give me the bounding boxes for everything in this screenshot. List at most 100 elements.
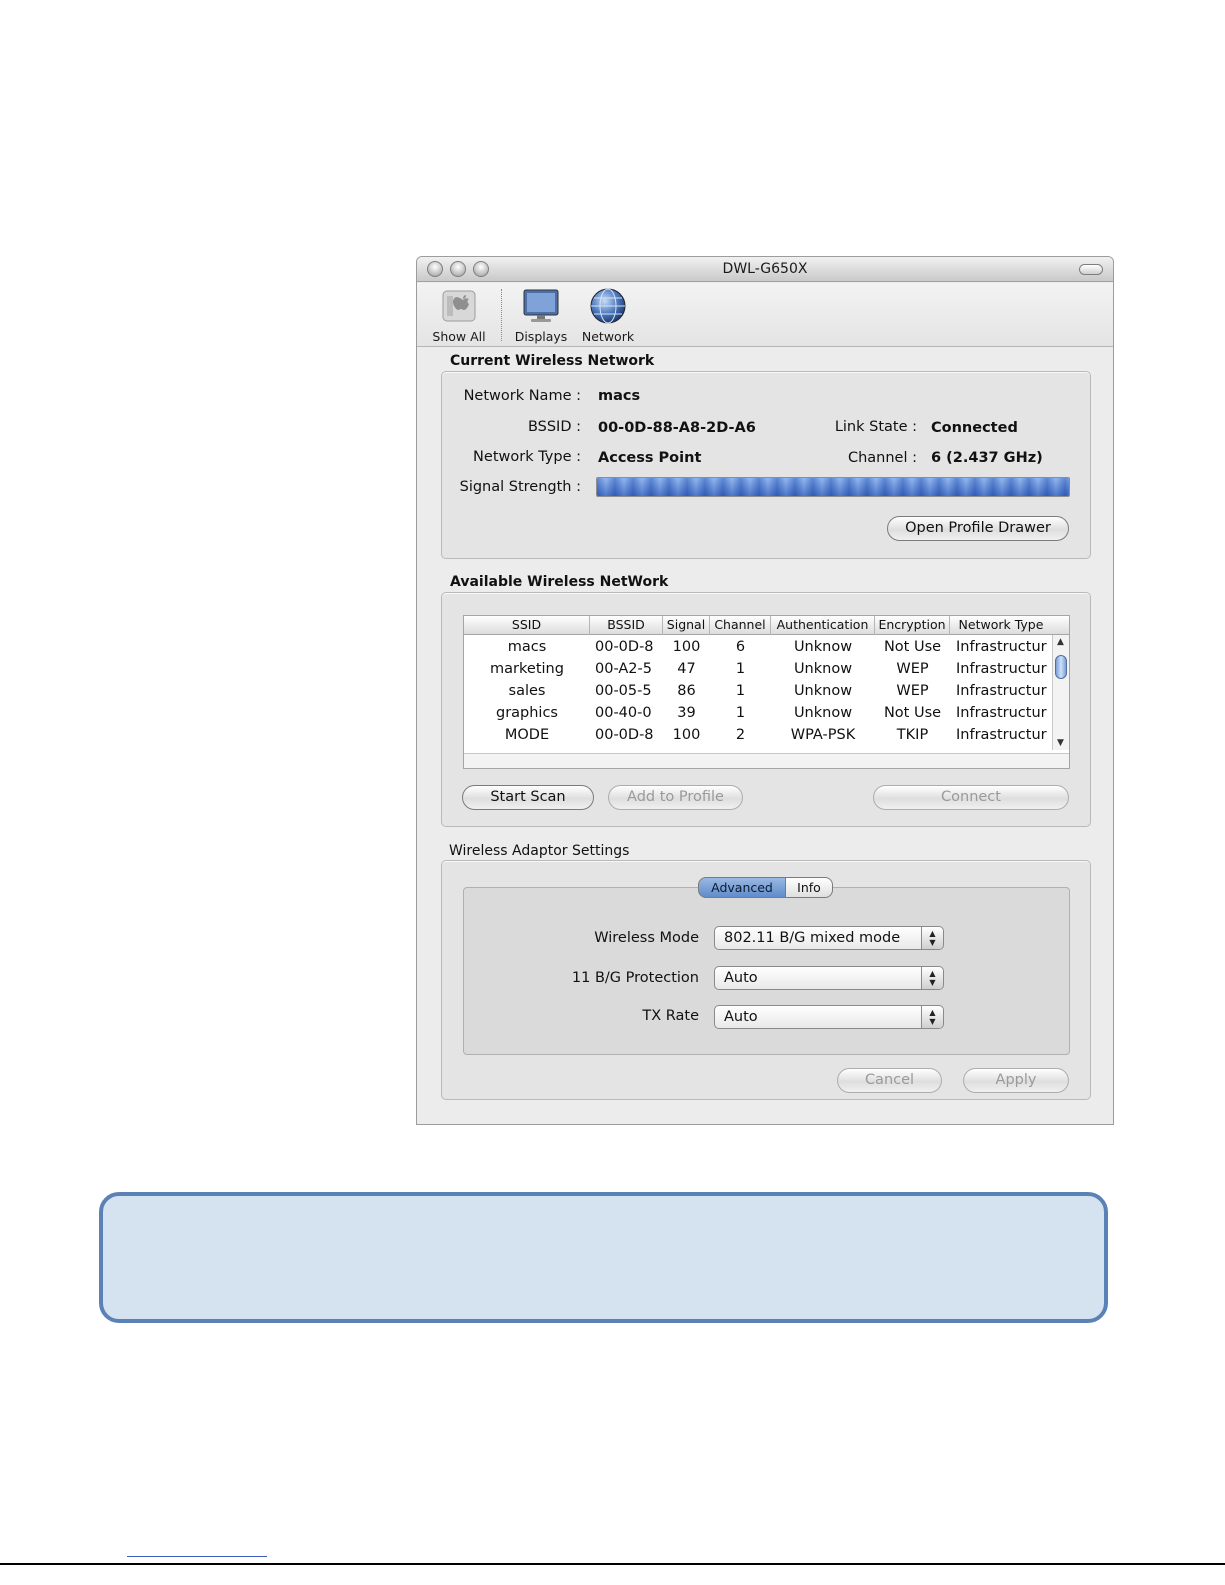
cell-network-type: Infrastructur xyxy=(956,705,1047,721)
table-row[interactable]: MODE 00-0D-8 100 2 WPA-PSK TKIP Infrastructur xyxy=(464,724,1052,746)
note-box xyxy=(99,1192,1108,1323)
cell-network-type: Infrastructur xyxy=(956,639,1047,655)
cell-channel: 1 xyxy=(735,661,746,677)
tx-rate-select[interactable]: Auto ▲ ▼ xyxy=(714,1005,944,1029)
link-state-label: Link State : xyxy=(834,419,917,435)
column-header-channel[interactable]: Channel xyxy=(710,616,771,635)
cell-authentication: WPA-PSK xyxy=(790,727,856,743)
cell-channel: 6 xyxy=(735,639,746,655)
table-row[interactable]: marketing 00-A2-5 47 1 Unknow WEP Infrastructu… xyxy=(464,658,1052,680)
select-stepper-icon: ▲ ▼ xyxy=(921,967,943,989)
table-horizontal-scrollbar[interactable] xyxy=(464,753,1069,768)
network-type-label: Network Type : xyxy=(473,449,581,465)
globe-icon xyxy=(588,287,628,325)
protection-label: 11 B/G Protection xyxy=(571,970,699,986)
cell-channel: 2 xyxy=(735,727,746,743)
column-header-network-type[interactable]: Network Type xyxy=(950,616,1052,635)
cell-authentication: Unknow xyxy=(793,683,853,699)
cell-network-type: Infrastructur xyxy=(956,727,1047,743)
wireless-mode-label: Wireless Mode xyxy=(594,930,699,946)
signal-strength-bar xyxy=(596,477,1070,497)
table-row[interactable]: sales 00-05-5 86 1 Unknow WEP Infrastructur xyxy=(464,680,1052,702)
cell-encryption: Not Use xyxy=(883,705,942,721)
column-header-encryption[interactable]: Encryption xyxy=(875,616,950,635)
connect-button[interactable]: Connect xyxy=(873,785,1069,810)
column-header-signal[interactable]: Signal xyxy=(663,616,710,635)
title-bar[interactable]: DWL-G650X xyxy=(417,257,1113,282)
protection-value: Auto xyxy=(724,970,758,986)
apply-button[interactable]: Apply xyxy=(963,1068,1069,1093)
toolbar-displays[interactable]: Displays xyxy=(513,287,569,344)
available-networks-table[interactable]: SSID BSSID Signal Channel Authentication… xyxy=(463,615,1070,769)
scroll-up-arrow-icon[interactable]: ▲ xyxy=(1057,637,1064,647)
apple-icon xyxy=(439,287,479,325)
cell-bssid: 00-0D-8 xyxy=(595,639,654,655)
channel-label: Channel : xyxy=(847,450,917,466)
network-type-value: Access Point xyxy=(598,450,702,466)
tx-rate-value: Auto xyxy=(724,1009,758,1025)
cell-signal: 86 xyxy=(677,683,696,699)
scroll-down-arrow-icon[interactable]: ▼ xyxy=(1057,738,1064,748)
bssid-value: 00-0D-88-A8-2D-A6 xyxy=(598,420,756,436)
cell-channel: 1 xyxy=(735,705,746,721)
cancel-button[interactable]: Cancel xyxy=(837,1068,942,1093)
cell-bssid: 00-40-0 xyxy=(595,705,652,721)
cell-encryption: TKIP xyxy=(896,727,929,743)
wireless-mode-value: 802.11 B/G mixed mode xyxy=(724,930,901,946)
toolbar-label: Show All xyxy=(432,329,486,344)
link-state-value: Connected xyxy=(931,420,1018,436)
cell-bssid: 00-05-5 xyxy=(595,683,652,699)
cell-signal: 100 xyxy=(672,727,701,743)
select-stepper-icon: ▲ ▼ xyxy=(921,1006,943,1028)
toolbar-separator xyxy=(501,289,502,341)
available-network-heading: Available Wireless NetWork xyxy=(450,574,669,590)
cell-encryption: WEP xyxy=(896,683,929,699)
add-to-profile-button[interactable]: Add to Profile xyxy=(608,785,743,810)
network-name-label: Network Name : xyxy=(463,388,581,404)
scroll-thumb[interactable] xyxy=(1055,655,1067,679)
cell-signal: 47 xyxy=(677,661,696,677)
tab-advanced[interactable]: Advanced xyxy=(698,877,786,898)
cell-ssid: marketing xyxy=(490,661,564,677)
channel-value: 6 (2.437 GHz) xyxy=(931,450,1043,466)
signal-strength-fill xyxy=(597,478,1069,496)
tx-rate-label: TX Rate xyxy=(642,1008,699,1024)
table-vertical-scrollbar[interactable]: ▲ ▼ xyxy=(1052,635,1069,750)
cell-ssid: sales xyxy=(508,683,546,699)
column-header-bssid[interactable]: BSSID xyxy=(590,616,663,635)
cell-network-type: Infrastructur xyxy=(956,661,1047,677)
cell-ssid: MODE xyxy=(504,727,550,743)
toolbar-network[interactable]: Network xyxy=(579,287,637,344)
cell-ssid: macs xyxy=(507,639,547,655)
column-header-ssid[interactable]: SSID xyxy=(464,616,590,635)
cell-bssid: 00-0D-8 xyxy=(595,727,654,743)
toolbar-label: Network xyxy=(581,329,635,344)
bssid-label: BSSID : xyxy=(527,419,581,435)
tab-info[interactable]: Info xyxy=(785,877,833,898)
window-title: DWL-G650X xyxy=(722,261,808,277)
wireless-mode-select[interactable]: 802.11 B/G mixed mode ▲ ▼ xyxy=(714,926,944,950)
footer-link-underline xyxy=(127,1556,267,1557)
open-profile-drawer-button[interactable]: Open Profile Drawer xyxy=(887,516,1069,541)
select-stepper-icon: ▲ ▼ xyxy=(921,927,943,949)
table-row[interactable]: graphics 00-40-0 39 1 Unknow Not Use Infrastru… xyxy=(464,702,1052,724)
toolbar-show-all[interactable]: Show All xyxy=(429,287,489,344)
cell-bssid: 00-A2-5 xyxy=(595,661,652,677)
column-header-authentication[interactable]: Authentication xyxy=(771,616,875,635)
network-name-value: macs xyxy=(598,388,641,404)
cell-signal: 100 xyxy=(672,639,701,655)
cell-ssid: graphics xyxy=(495,705,558,721)
toolbar: Show All Displays Network xyxy=(417,283,1113,347)
start-scan-button[interactable]: Start Scan xyxy=(462,785,594,810)
cell-authentication: Unknow xyxy=(793,639,853,655)
current-network-heading: Current Wireless Network xyxy=(450,353,655,369)
table-row[interactable]: macs 00-0D-8 100 6 Unknow Not Use Infrastructu… xyxy=(464,636,1052,658)
toolbar-toggle-button[interactable] xyxy=(1079,264,1103,275)
cell-encryption: Not Use xyxy=(883,639,942,655)
cell-authentication: Unknow xyxy=(793,705,853,721)
protection-select[interactable]: Auto ▲ ▼ xyxy=(714,966,944,990)
cell-channel: 1 xyxy=(735,683,746,699)
signal-strength-label: Signal Strength : xyxy=(459,479,581,495)
cell-signal: 39 xyxy=(677,705,696,721)
cell-encryption: WEP xyxy=(896,661,929,677)
